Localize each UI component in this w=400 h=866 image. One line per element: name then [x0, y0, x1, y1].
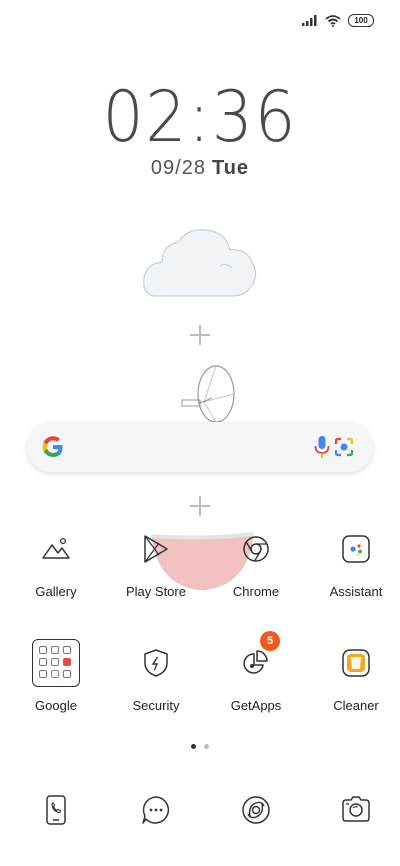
app-security[interactable]: Security — [112, 637, 200, 751]
folder-mini-icon — [51, 670, 59, 678]
app-label: Chrome — [232, 584, 280, 599]
signal-icon — [302, 15, 317, 26]
app-label: Cleaner — [333, 698, 379, 713]
dock-camera[interactable] — [312, 794, 400, 826]
fan-icon — [181, 365, 235, 423]
app-row: Gallery Play Store Chrome Assistant — [0, 523, 400, 637]
app-chrome[interactable]: Chrome — [212, 523, 300, 637]
clock-date[interactable]: 09/28 Tue — [0, 157, 400, 180]
app-google-folder[interactable]: Google — [12, 637, 100, 751]
getapps-icon: 5 — [230, 631, 282, 689]
app-cleaner[interactable]: Cleaner — [312, 637, 400, 751]
app-getapps[interactable]: 5 GetApps — [212, 631, 300, 751]
notification-badge: 5 — [260, 631, 280, 651]
app-label: Security — [132, 698, 180, 713]
phone-icon — [46, 795, 66, 825]
app-label: Play Store — [126, 584, 186, 599]
folder-mini-icon — [63, 670, 71, 678]
shield-icon — [130, 637, 182, 689]
page-dot-1[interactable] — [191, 744, 196, 749]
app-gallery[interactable]: Gallery — [12, 523, 100, 637]
trash-icon — [330, 637, 382, 689]
play-store-icon — [130, 523, 182, 575]
folder-mini-icon — [51, 658, 59, 666]
app-label: Google — [35, 698, 77, 713]
browser-icon — [242, 796, 270, 824]
date-text: 09/28 — [150, 157, 206, 179]
folder-icon — [30, 637, 82, 689]
app-label: Assistant — [329, 584, 383, 599]
google-search-bar[interactable] — [27, 422, 373, 472]
dock-browser[interactable] — [212, 794, 300, 826]
status-bar: 100 — [302, 14, 374, 27]
app-play-store[interactable]: Play Store — [112, 523, 200, 637]
folder-mini-icon — [63, 646, 71, 654]
folder-mini-icon — [51, 646, 59, 654]
folder-mini-icon — [63, 658, 71, 666]
folder-mini-icon — [39, 658, 47, 666]
app-grid: Gallery Play Store Chrome Assistant Goog… — [0, 523, 400, 751]
battery-indicator: 100 — [348, 14, 374, 27]
page-indicator — [0, 744, 400, 749]
day-of-week: Tue — [211, 157, 250, 179]
gallery-icon — [30, 523, 82, 575]
decor-plus-bottom — [190, 496, 210, 516]
assistant-icon — [330, 523, 382, 575]
decor-plus-top — [190, 325, 210, 345]
wifi-icon — [325, 14, 341, 27]
app-label: Gallery — [35, 584, 77, 599]
cloud-icon — [143, 229, 257, 297]
dock-phone[interactable] — [12, 794, 100, 826]
dock-messages[interactable] — [112, 794, 200, 826]
google-logo-icon — [42, 436, 63, 457]
app-assistant[interactable]: Assistant — [312, 523, 400, 637]
dock — [0, 794, 400, 826]
app-label: GetApps — [230, 698, 282, 713]
app-row: Google Security 5 GetApps Cleaner — [0, 631, 400, 751]
messages-icon — [142, 796, 170, 824]
mic-icon[interactable] — [314, 435, 330, 459]
chrome-icon — [230, 523, 282, 575]
google-lens-icon[interactable] — [332, 435, 356, 459]
clock-time[interactable]: 02:36 — [16, 76, 384, 158]
folder-mini-icon — [39, 646, 47, 654]
page-dot-2[interactable] — [204, 744, 209, 749]
folder-mini-icon — [39, 670, 47, 678]
camera-icon — [342, 796, 370, 822]
